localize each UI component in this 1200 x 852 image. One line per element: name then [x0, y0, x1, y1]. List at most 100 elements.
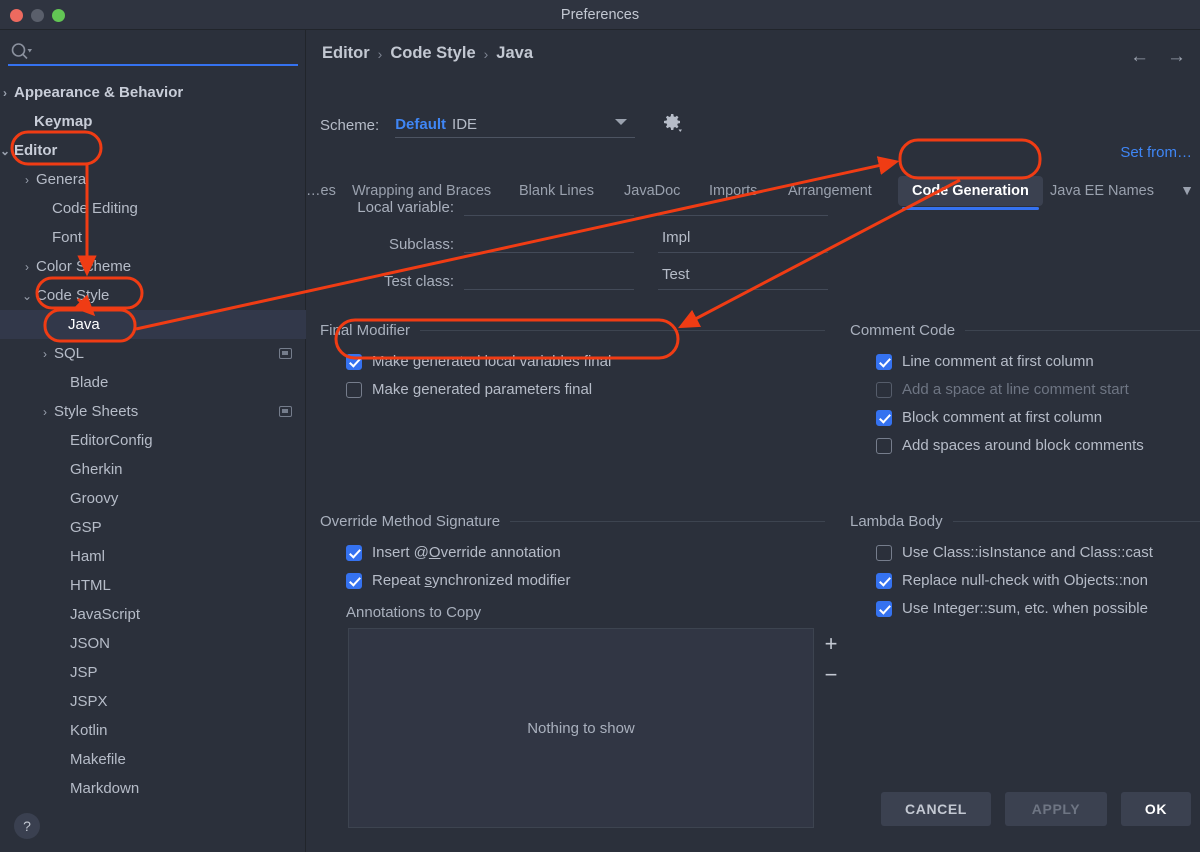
arrow-left-icon[interactable]: ← — [1130, 46, 1149, 68]
checkbox-replace-null-check-objects-nonnull[interactable]: Replace null-check with Objects::non — [876, 572, 1200, 589]
gear-icon[interactable] — [660, 110, 684, 140]
search-field-wrapper[interactable] — [8, 38, 298, 66]
sidebar-item-haml[interactable]: Haml — [0, 542, 306, 571]
search-icon — [10, 42, 32, 62]
divider — [510, 521, 825, 522]
naming-label: Test class: — [383, 273, 454, 290]
checkbox-label: Repeat synchronized modifier — [372, 572, 571, 589]
sidebar-item-editorconfig[interactable]: EditorConfig — [0, 426, 306, 455]
sidebar-item-keymap[interactable]: Keymap — [0, 107, 306, 136]
sidebar-item-html[interactable]: HTML — [0, 571, 306, 600]
sidebar-item-label: Code Style — [36, 287, 110, 304]
breadcrumb-item-editor[interactable]: Editor — [322, 44, 370, 63]
sidebar-item-label: Gherkin — [70, 461, 123, 478]
sidebar-item-json[interactable]: JSON — [0, 629, 306, 658]
checkbox-repeat-synchronized-modifier[interactable]: Repeat synchronized modifier — [346, 572, 825, 589]
chevron-down-icon[interactable]: ⌄ — [0, 144, 12, 158]
checkbox-icon[interactable] — [876, 600, 892, 617]
sidebar-item-groovy[interactable]: Groovy — [0, 484, 306, 513]
checkbox-label: Replace null-check with Objects::non — [902, 572, 1148, 589]
sidebar-item-color-scheme[interactable]: › Color Scheme — [0, 252, 306, 281]
checkbox-icon[interactable] — [346, 353, 362, 370]
sidebar-item-label: Java — [68, 316, 100, 333]
chevron-down-icon[interactable]: ▼ — [1180, 182, 1194, 198]
checkbox-make-parameters-final[interactable]: Make generated parameters final — [346, 381, 825, 398]
sidebar-item-code-editing[interactable]: Code Editing — [0, 194, 306, 223]
title-bar: Preferences — [0, 0, 1200, 30]
chevron-right-icon[interactable]: › — [20, 260, 34, 274]
chevron-down-icon[interactable] — [615, 119, 628, 125]
breadcrumb-separator-1: › — [377, 45, 383, 62]
checkbox-icon[interactable] — [876, 544, 892, 561]
naming-prefix-field[interactable] — [464, 192, 634, 216]
chevron-right-icon[interactable]: › — [38, 347, 52, 361]
sidebar-item-kotlin[interactable]: Kotlin — [0, 716, 306, 745]
checkbox-label: Make generated parameters final — [372, 381, 593, 398]
arrow-right-icon[interactable]: → — [1167, 46, 1186, 68]
naming-suffix-field[interactable]: Test — [658, 266, 828, 290]
breadcrumb-item-java[interactable]: Java — [496, 44, 533, 63]
naming-prefix-field[interactable] — [464, 229, 634, 253]
checkbox-icon[interactable] — [346, 572, 362, 589]
sidebar-item-label: Makefile — [70, 751, 126, 768]
checkbox-use-class-isinstance-cast[interactable]: Use Class::isInstance and Class::cast — [876, 544, 1200, 561]
checkbox-label: Add spaces around block comments — [902, 437, 1144, 454]
checkbox-use-integer-sum[interactable]: Use Integer::sum, etc. when possible — [876, 600, 1200, 617]
sidebar-item-sql[interactable]: › SQL — [0, 339, 306, 368]
checkbox-add-spaces-around-block-comments[interactable]: Add spaces around block comments — [876, 437, 1200, 454]
settings-tree: › Appearance & Behavior Keymap ⌄ Editor › Gene… — [0, 78, 306, 803]
checkbox-icon[interactable] — [346, 544, 362, 561]
checkbox-icon[interactable] — [876, 409, 892, 426]
checkbox-line-comment-first-column[interactable]: Line comment at first column — [876, 353, 1200, 370]
set-from-link[interactable]: Set from… — [1120, 144, 1192, 161]
sidebar-item-jsp[interactable]: JSP — [0, 658, 306, 687]
sidebar-item-gsp[interactable]: GSP — [0, 513, 306, 542]
breadcrumb: Editor › Code Style › Java — [322, 44, 533, 63]
scheme-dropdown[interactable]: Default IDE — [395, 112, 636, 138]
add-annotation-button[interactable]: + — [821, 633, 841, 655]
checkbox-insert-override-annotation[interactable]: Insert @Override annotation — [346, 544, 825, 561]
naming-suffix-field[interactable] — [658, 192, 828, 216]
checkbox-icon[interactable] — [876, 572, 892, 589]
group-title-label: Comment Code — [850, 322, 956, 339]
chevron-right-icon[interactable]: › — [38, 405, 52, 419]
checkbox-icon[interactable] — [346, 381, 362, 398]
sidebar-item-java[interactable]: Java — [0, 310, 306, 339]
sidebar-item-label: Haml — [70, 548, 106, 565]
sidebar-item-javascript[interactable]: JavaScript — [0, 600, 306, 629]
sidebar-item-gherkin[interactable]: Gherkin — [0, 455, 306, 484]
ok-button[interactable]: OK — [1121, 792, 1191, 826]
help-button[interactable]: ? — [14, 813, 40, 839]
chevron-down-icon[interactable]: ⌄ — [20, 289, 34, 303]
checkbox-block-comment-first-column[interactable]: Block comment at first column — [876, 409, 1200, 426]
sidebar-item-makefile[interactable]: Makefile — [0, 745, 306, 774]
search-input[interactable] — [38, 40, 293, 62]
group-title: Override Method Signature — [320, 513, 825, 530]
cancel-button[interactable]: CANCEL — [881, 792, 991, 826]
apply-button[interactable]: APPLY — [1005, 792, 1107, 826]
sidebar-item-label: Groovy — [70, 490, 119, 507]
group-title-label: Final Modifier — [320, 322, 411, 339]
naming-prefix-field[interactable] — [464, 266, 634, 290]
chevron-right-icon[interactable]: › — [20, 173, 34, 187]
checkbox-icon[interactable] — [876, 437, 892, 454]
sidebar-item-jspx[interactable]: JSPX — [0, 687, 306, 716]
sidebar-item-blade[interactable]: Blade — [0, 368, 306, 397]
sidebar-item-editor[interactable]: ⌄ Editor — [0, 136, 306, 165]
sidebar-item-code-style[interactable]: ⌄ Code Style — [0, 281, 306, 310]
naming-suffix-field[interactable]: Impl — [658, 229, 828, 253]
sidebar-item-general[interactable]: › General — [0, 165, 306, 194]
empty-list-text: Nothing to show — [527, 719, 635, 737]
chevron-right-icon[interactable]: › — [0, 86, 12, 100]
remove-annotation-button[interactable]: − — [821, 664, 841, 686]
breadcrumb-item-code-style[interactable]: Code Style — [390, 44, 475, 63]
checkbox-icon[interactable] — [876, 353, 892, 370]
sidebar-item-markdown[interactable]: Markdown — [0, 774, 306, 803]
sidebar-item-font[interactable]: Font — [0, 223, 306, 252]
sidebar-item-label: JSON — [70, 635, 111, 652]
checkbox-label: Use Integer::sum, etc. when possible — [902, 600, 1148, 617]
sidebar-item-appearance-behavior[interactable]: › Appearance & Behavior — [0, 78, 306, 107]
checkbox-label: Insert @Override annotation — [372, 544, 561, 561]
sidebar-item-style-sheets[interactable]: › Style Sheets — [0, 397, 306, 426]
checkbox-make-local-variables-final[interactable]: Make generated local variables final — [346, 353, 825, 370]
